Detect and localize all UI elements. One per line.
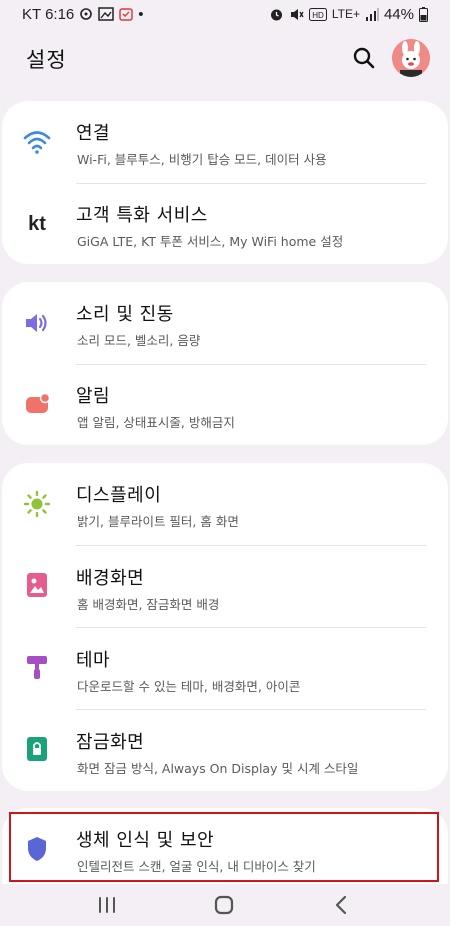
status-dot: •	[138, 5, 144, 23]
status-bar: KT 6:16 • HD LTE+ 44%	[0, 0, 450, 28]
settings-item-sound-vibration[interactable]: 소리 및 진동 소리 모드, 벨소리, 음량	[2, 282, 448, 364]
settings-item-subtitle: 앱 알림, 상태표시줄, 방해금지	[77, 415, 235, 430]
back-icon	[335, 895, 347, 915]
recents-button[interactable]	[92, 890, 122, 920]
selection-highlight	[9, 812, 439, 882]
app-header: 설정	[0, 36, 450, 80]
rabbit-avatar-icon	[392, 39, 430, 77]
settings-item-title: 알림	[76, 386, 111, 407]
settings-item-notifications[interactable]: 알림 앱 알림, 상태표시줄, 방해금지	[2, 365, 448, 445]
svg-text:HD: HD	[312, 11, 324, 20]
gallery-icon	[98, 7, 115, 21]
settings-group-sound: 소리 및 진동 소리 모드, 벨소리, 음량 알림 앱 알림, 상태표시줄, 방…	[2, 282, 448, 445]
recents-icon	[99, 897, 115, 913]
settings-item-display[interactable]: 디스플레이 밝기, 블루라이트 필터, 홈 화면	[2, 463, 448, 545]
settings-item-title: 고객 특화 서비스	[76, 205, 208, 226]
settings-item-title: 배경화면	[76, 568, 145, 589]
signal-icon	[365, 7, 379, 21]
avatar[interactable]	[392, 39, 430, 77]
mute-icon	[289, 7, 304, 22]
wallpaper-icon	[22, 570, 52, 600]
wifi-icon	[22, 127, 52, 157]
settings-item-subtitle: 소리 모드, 벨소리, 음량	[77, 333, 201, 348]
kt-icon: kt	[22, 208, 52, 238]
settings-item-title: 테마	[76, 650, 111, 671]
alarm-icon	[269, 7, 284, 22]
battery-icon	[419, 6, 428, 22]
carrier-time: KT 6:16	[22, 5, 75, 23]
settings-item-subtitle: 다운로드할 수 있는 테마, 배경화면, 아이콘	[77, 679, 301, 694]
settings-item-subtitle: GiGA LTE, KT 투폰 서비스, My WiFi home 설정	[77, 234, 344, 249]
back-button[interactable]	[326, 890, 356, 920]
settings-item-wallpaper[interactable]: 배경화면 홈 배경화면, 잠금화면 배경	[2, 546, 448, 627]
lock-icon	[22, 734, 52, 764]
settings-item-subtitle: 화면 잠금 방식, Always On Display 및 시계 스타일	[77, 761, 359, 776]
notification-icon	[22, 389, 52, 419]
settings-item-title: 소리 및 진동	[76, 304, 174, 325]
theme-brush-icon	[22, 652, 52, 682]
search-button[interactable]	[350, 44, 378, 72]
settings-item-title: 연결	[76, 123, 111, 144]
page-title: 설정	[26, 48, 67, 72]
settings-item-theme[interactable]: 테마 다운로드할 수 있는 테마, 배경화면, 아이콘	[2, 628, 448, 709]
settings-group-connections: 연결 Wi-Fi, 블루투스, 비행기 탑승 모드, 데이터 사용 kt 고객 …	[2, 101, 448, 264]
calendar-icon	[119, 7, 134, 21]
speaker-icon	[22, 308, 52, 338]
search-icon	[353, 47, 375, 69]
settings-item-title: 잠금화면	[76, 732, 145, 753]
settings-group-display: 디스플레이 밝기, 블루라이트 필터, 홈 화면 배경화면 홈 배경화면, 잠금…	[2, 463, 448, 791]
home-icon	[214, 895, 234, 915]
settings-item-connections[interactable]: 연결 Wi-Fi, 블루투스, 비행기 탑승 모드, 데이터 사용	[2, 101, 448, 183]
settings-item-subtitle: 홈 배경화면, 잠금화면 배경	[77, 597, 220, 612]
battery-level: 44%	[383, 5, 414, 23]
network-type: LTE+	[331, 7, 360, 21]
sync-icon	[79, 7, 93, 21]
settings-item-subtitle: 밝기, 블루라이트 필터, 홈 화면	[77, 514, 239, 529]
navigation-bar	[0, 884, 450, 926]
brightness-icon	[22, 489, 52, 519]
hd-icon: HD	[308, 7, 327, 21]
settings-item-lockscreen[interactable]: 잠금화면 화면 잠금 방식, Always On Display 및 시계 스타…	[2, 710, 448, 791]
settings-item-title: 디스플레이	[76, 485, 162, 506]
svg-text:kt: kt	[28, 213, 46, 235]
settings-item-kt-services[interactable]: kt 고객 특화 서비스 GiGA LTE, KT 투폰 서비스, My WiF…	[2, 184, 448, 264]
settings-item-subtitle: Wi-Fi, 블루투스, 비행기 탑승 모드, 데이터 사용	[77, 152, 327, 167]
home-button[interactable]	[209, 890, 239, 920]
